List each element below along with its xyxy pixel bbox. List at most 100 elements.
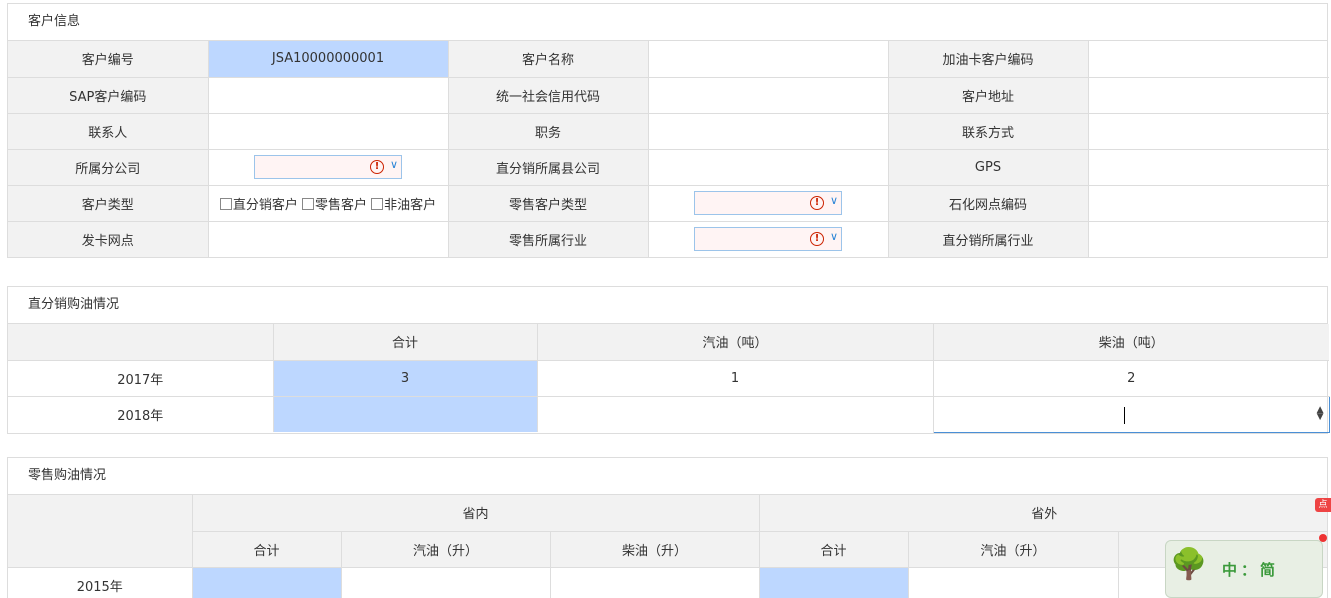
- table-row: 2018年 ▲ ▼: [8, 395, 1330, 433]
- table-header-row: 合计 汽油（升） 柴油（升） 合计 汽油（升）: [8, 530, 1327, 568]
- retail-type-label: 零售客户类型: [447, 184, 649, 222]
- checkbox-retail[interactable]: 零售客户: [301, 197, 367, 213]
- diesel-input-active[interactable]: ▲ ▼: [932, 395, 1330, 433]
- direct-industry-field[interactable]: [1087, 220, 1329, 257]
- chevron-down-icon: ∨: [829, 230, 838, 244]
- spinner-icon[interactable]: ▲ ▼: [1317, 405, 1324, 421]
- customer-id-label: 客户编号: [8, 41, 209, 78]
- customer-address-label: 客户地址: [887, 76, 1089, 114]
- gps-field[interactable]: [1087, 148, 1329, 186]
- retail-purchase-title: 零售购油情况: [8, 458, 1327, 495]
- customer-info-table: 客户编号 JSA10000000001 客户名称 加油卡客户编码 SAP客户编码…: [8, 41, 1329, 257]
- credit-code-label: 统一社会信用代码: [447, 76, 649, 114]
- direct-purchase-title: 直分销购油情况: [8, 287, 1327, 324]
- sap-code-field[interactable]: [207, 76, 449, 114]
- table-row: 2017年 3 1 2: [8, 359, 1329, 397]
- header-total: 合计: [272, 324, 538, 361]
- checkbox-label: 直分销客户: [232, 197, 298, 213]
- checkbox-box[interactable]: [219, 197, 232, 210]
- checkbox-box[interactable]: [371, 197, 384, 210]
- warning-icon: !: [810, 196, 824, 210]
- sinopec-code-label: 石化网点编码: [887, 184, 1089, 222]
- county-company-label: 直分销所属县公司: [447, 148, 649, 186]
- retail-industry-select[interactable]: ! ∨: [694, 227, 842, 252]
- table-header-row: 合计 汽油（吨） 柴油（吨）: [8, 324, 1329, 361]
- header-diesel: 柴油（升）: [549, 530, 760, 568]
- header-total: 合计: [192, 530, 342, 568]
- branch-cell: ! ∨: [207, 148, 449, 186]
- customer-info-title: 客户信息: [8, 4, 1327, 41]
- contact-method-field[interactable]: [1087, 112, 1329, 150]
- warning-icon: !: [370, 160, 384, 174]
- retail-purchase-panel: 零售购油情况 省内 省外 合计 汽油（升） 柴油（升） 合计 汽油（升） 201…: [7, 457, 1328, 598]
- header-gasoline: 汽油（升）: [340, 530, 551, 568]
- customer-type-label: 客户类型: [8, 184, 209, 222]
- floating-widget[interactable]: 🌳 中：简: [1165, 540, 1323, 598]
- gasoline-input[interactable]: [536, 395, 934, 432]
- retail-industry-cell: ! ∨: [647, 220, 889, 257]
- red-tag-icon[interactable]: 点: [1315, 498, 1331, 512]
- fuel-card-code-field[interactable]: [1087, 41, 1329, 78]
- contact-method-label: 联系方式: [887, 112, 1089, 150]
- credit-code-field[interactable]: [647, 76, 889, 114]
- county-company-field[interactable]: [647, 148, 889, 186]
- checkbox-label: 零售客户: [314, 197, 367, 213]
- customer-address-field[interactable]: [1087, 76, 1329, 114]
- card-outlet-label: 发卡网点: [8, 220, 209, 257]
- in-diesel-input[interactable]: [549, 566, 760, 598]
- direct-purchase-table: 合计 汽油（吨） 柴油（吨） 2017年 3 1 2 2018年 ▲ ▼: [8, 324, 1330, 433]
- text-caret: [1123, 406, 1125, 424]
- total-cell: [272, 395, 538, 432]
- header-total: 合计: [758, 530, 909, 568]
- in-gasoline-input[interactable]: [340, 566, 551, 598]
- chevron-down-icon: ∨: [389, 158, 398, 171]
- header-gasoline: 汽油（吨）: [536, 324, 934, 361]
- card-outlet-field[interactable]: [207, 220, 449, 257]
- gps-label: GPS: [887, 148, 1089, 186]
- tree-icon: 🌳: [1170, 547, 1208, 582]
- header-diesel: 柴油（吨）: [932, 324, 1329, 361]
- retail-industry-label: 零售所属行业: [447, 220, 649, 257]
- customer-info-panel: 客户信息 客户编号 JSA10000000001 客户名称 加油卡客户编码 SA…: [7, 3, 1329, 258]
- header-out-province: 省外: [758, 495, 1327, 532]
- table-row: 2015年: [8, 566, 1327, 598]
- table-row: 联系人 职务 联系方式: [8, 112, 1329, 150]
- year-cell: 2017年: [8, 359, 274, 397]
- checkbox-non-oil[interactable]: 非油客户: [371, 197, 437, 213]
- direct-purchase-panel: 直分销购油情况 合计 汽油（吨） 柴油（吨） 2017年 3 1 2 2018年…: [7, 286, 1330, 434]
- contact-label: 联系人: [8, 112, 209, 150]
- customer-type-checkboxes: 直分销客户 零售客户 非油客户: [207, 184, 449, 222]
- in-total-cell: [191, 566, 342, 598]
- header-empty: [8, 495, 193, 568]
- table-header-row: 省内 省外: [8, 495, 1327, 568]
- table-row: 客户类型 直分销客户 零售客户 非油客户 零售客户类型 ! ∨ 石化网点编码: [8, 184, 1329, 222]
- gasoline-input[interactable]: 1: [536, 359, 934, 397]
- table-row: SAP客户编码 统一社会信用代码 客户地址: [8, 76, 1329, 114]
- checkbox-direct[interactable]: 直分销客户: [219, 197, 298, 213]
- branch-select[interactable]: ! ∨: [254, 155, 402, 179]
- chevron-down-icon: ∨: [829, 194, 838, 207]
- contact-field[interactable]: [207, 112, 449, 150]
- table-row: 所属分公司 ! ∨ 直分销所属县公司 GPS: [8, 148, 1329, 186]
- widget-text: 中：简: [1222, 561, 1280, 579]
- retail-purchase-table: 省内 省外 合计 汽油（升） 柴油（升） 合计 汽油（升） 2015年: [8, 495, 1327, 598]
- sap-code-label: SAP客户编码: [8, 76, 209, 114]
- customer-id-value: JSA10000000001: [207, 41, 449, 78]
- fuel-card-code-label: 加油卡客户编码: [887, 41, 1089, 78]
- sinopec-code-field[interactable]: [1087, 184, 1329, 222]
- checkbox-box[interactable]: [301, 197, 314, 210]
- table-row: 发卡网点 零售所属行业 ! ∨ 直分销所属行业: [8, 220, 1329, 257]
- retail-type-select[interactable]: ! ∨: [694, 191, 842, 215]
- diesel-input[interactable]: 2: [932, 359, 1329, 397]
- position-label: 职务: [447, 112, 649, 150]
- position-field[interactable]: [647, 112, 889, 150]
- total-cell: 3: [272, 359, 538, 397]
- warning-icon: !: [810, 232, 824, 247]
- checkbox-label: 非油客户: [384, 197, 437, 213]
- out-gasoline-input[interactable]: [907, 566, 1119, 598]
- out-total-cell: [758, 566, 909, 598]
- customer-name-field[interactable]: [647, 41, 889, 78]
- retail-type-cell: ! ∨: [647, 184, 889, 222]
- header-empty: [8, 324, 274, 361]
- header-gasoline: 汽油（升）: [907, 530, 1119, 568]
